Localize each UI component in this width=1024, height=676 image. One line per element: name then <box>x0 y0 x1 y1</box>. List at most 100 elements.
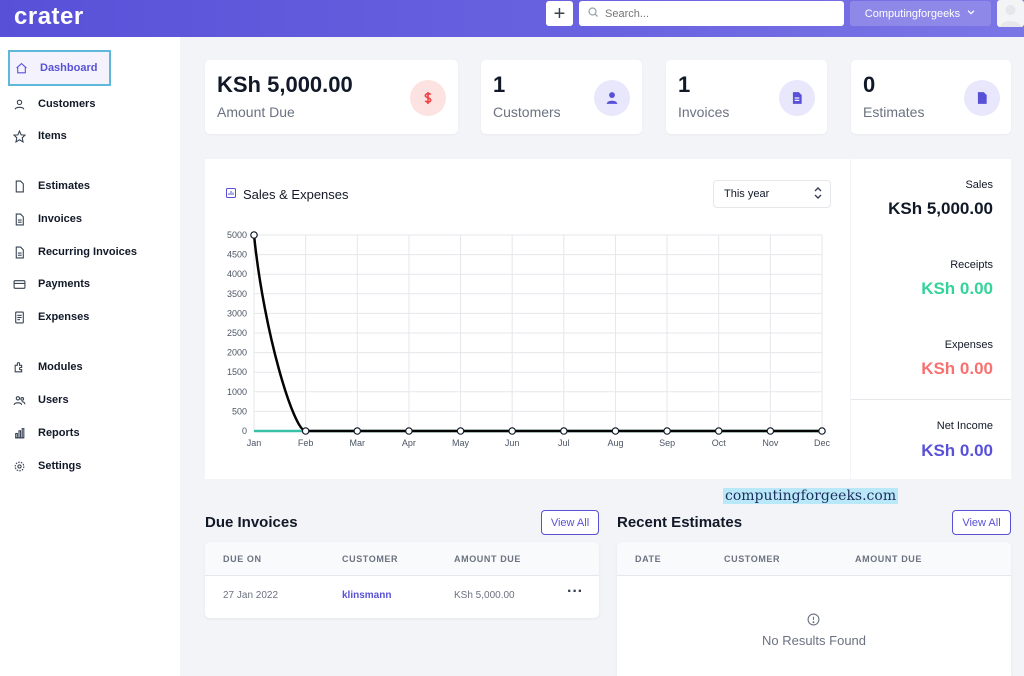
period-select-value: This year <box>724 188 770 200</box>
sidebar-item-settings[interactable]: Settings <box>8 452 178 480</box>
data-point <box>818 427 826 435</box>
company-switcher[interactable]: Computingforgeeks <box>850 1 991 26</box>
data-point <box>663 427 671 435</box>
x-tick-label: May <box>452 438 470 448</box>
column-header: CUSTOMER <box>342 554 399 564</box>
due-invoices-table: DUE ON CUSTOMER AMOUNT DUE 27 Jan 2022 k… <box>205 542 599 618</box>
sidebar-item-label: Items <box>38 130 67 142</box>
credit-card-icon <box>12 277 26 291</box>
receipt-icon <box>12 310 26 324</box>
y-tick-label: 2000 <box>227 348 247 358</box>
sidebar-item-label: Customers <box>38 98 96 110</box>
column-header: CUSTOMER <box>724 554 781 564</box>
chart-bar-icon <box>12 426 26 440</box>
x-tick-label: Jan <box>247 438 262 448</box>
stat-label: Amount Due <box>217 104 295 120</box>
financial-summary-panel: Sales KSh 5,000.00 Receipts KSh 0.00 Exp… <box>851 159 1011 479</box>
sidebar-item-items[interactable]: Items <box>8 122 178 150</box>
document-text-icon <box>12 245 26 259</box>
recent-estimates-view-all-button[interactable]: View All <box>952 510 1011 535</box>
data-point <box>301 427 310 435</box>
y-tick-label: 4000 <box>227 269 247 279</box>
add-new-button[interactable]: + <box>546 1 573 26</box>
amount-due-cell: KSh 5,000.00 <box>454 590 515 601</box>
data-point <box>766 427 775 435</box>
stat-card-customers[interactable]: 1 Customers <box>481 60 642 134</box>
data-point <box>560 427 568 435</box>
sidebar-item-label: Payments <box>38 278 90 290</box>
sidebar-item-label: Reports <box>38 427 80 439</box>
customer-link[interactable]: klinsmann <box>342 590 391 601</box>
empty-state-text: No Results Found <box>761 633 867 648</box>
expenses-value: KSh 0.00 <box>921 359 993 378</box>
y-tick-label: 1500 <box>227 367 247 377</box>
stat-card-invoices[interactable]: 1 Invoices <box>666 60 827 134</box>
recent-estimates-table: DATE CUSTOMER AMOUNT DUE No Results Foun… <box>617 542 1011 676</box>
stat-value: 1 <box>678 72 691 97</box>
row-actions-menu[interactable]: ··· <box>567 583 583 601</box>
sidebar-item-expenses[interactable]: Expenses <box>8 303 178 331</box>
expenses-label: Expenses <box>944 339 993 351</box>
sidebar-item-users[interactable]: Users <box>8 386 178 414</box>
sidebar-item-label: Modules <box>38 361 83 373</box>
chevron-down-icon <box>966 7 976 20</box>
x-tick-label: Nov <box>762 438 779 448</box>
period-select[interactable]: This year <box>713 180 831 208</box>
stat-card-estimates[interactable]: 0 Estimates <box>851 60 1011 134</box>
sales-label: Sales <box>965 179 993 191</box>
sidebar-item-modules[interactable]: Modules <box>8 353 178 381</box>
column-header: AMOUNT DUE <box>855 554 922 564</box>
app-logo[interactable]: crater <box>14 3 84 31</box>
top-navigation-bar: crater + Computingforgeeks <box>0 0 1024 37</box>
sidebar-item-label: Expenses <box>38 311 90 323</box>
recent-estimates-title: Recent Estimates <box>617 514 743 531</box>
x-tick-label: Dec <box>814 438 831 448</box>
y-tick-label: 3000 <box>227 308 247 318</box>
x-tick-label: Jun <box>505 438 520 448</box>
chart-title-text: Sales & Expenses <box>243 187 349 202</box>
data-point <box>611 427 620 435</box>
sidebar-item-label: Recurring Invoices <box>38 246 138 258</box>
y-tick-label: 4500 <box>227 250 247 260</box>
document-icon <box>964 80 1000 116</box>
document-icon <box>12 179 26 193</box>
global-search[interactable] <box>579 1 844 26</box>
data-point <box>405 427 413 435</box>
y-tick-label: 0 <box>242 426 247 436</box>
sidebar-item-payments[interactable]: Payments <box>8 270 178 298</box>
data-point <box>456 427 465 435</box>
due-invoices-view-all-button[interactable]: View All <box>541 510 599 535</box>
due-on-cell: 27 Jan 2022 <box>223 590 279 601</box>
table-header: DATE CUSTOMER AMOUNT DUE <box>617 542 1011 576</box>
data-point <box>250 231 258 239</box>
sidebar-item-invoices[interactable]: Invoices <box>8 205 178 233</box>
sidebar-item-dashboard[interactable]: Dashboard <box>8 50 111 86</box>
sidebar-item-recurring-invoices[interactable]: Recurring Invoices <box>8 238 178 266</box>
x-tick-label: Mar <box>350 438 366 448</box>
y-tick-label: 2500 <box>227 328 247 338</box>
stat-value: 1 <box>493 72 506 97</box>
search-input[interactable] <box>605 7 825 20</box>
net-income-value: KSh 0.00 <box>921 441 993 460</box>
chart-bar-icon <box>225 187 237 202</box>
document-text-icon <box>12 212 26 226</box>
due-invoices-title: Due Invoices <box>205 514 298 531</box>
user-avatar[interactable] <box>997 0 1024 27</box>
y-tick-label: 1000 <box>227 387 247 397</box>
cog-icon <box>12 459 26 473</box>
sales-expenses-chart-panel: Sales & Expenses This year 0 500 1000 1500 2… <box>205 159 850 479</box>
sidebar-item-estimates[interactable]: Estimates <box>8 172 178 200</box>
data-point <box>508 427 516 435</box>
x-tick-label: Apr <box>402 438 416 448</box>
sidebar-item-label: Estimates <box>38 180 90 192</box>
sales-value: KSh 5,000.00 <box>888 199 993 218</box>
user-icon <box>12 97 26 111</box>
y-tick-label: 5000 <box>227 230 247 240</box>
stat-label: Customers <box>493 104 561 120</box>
sidebar-item-customers[interactable]: Customers <box>8 90 178 118</box>
user-icon <box>594 80 630 116</box>
column-header: DUE ON <box>223 554 262 564</box>
sidebar-item-reports[interactable]: Reports <box>8 419 178 447</box>
stat-card-amount-due[interactable]: KSh 5,000.00 Amount Due <box>205 60 458 134</box>
users-icon <box>12 393 26 407</box>
